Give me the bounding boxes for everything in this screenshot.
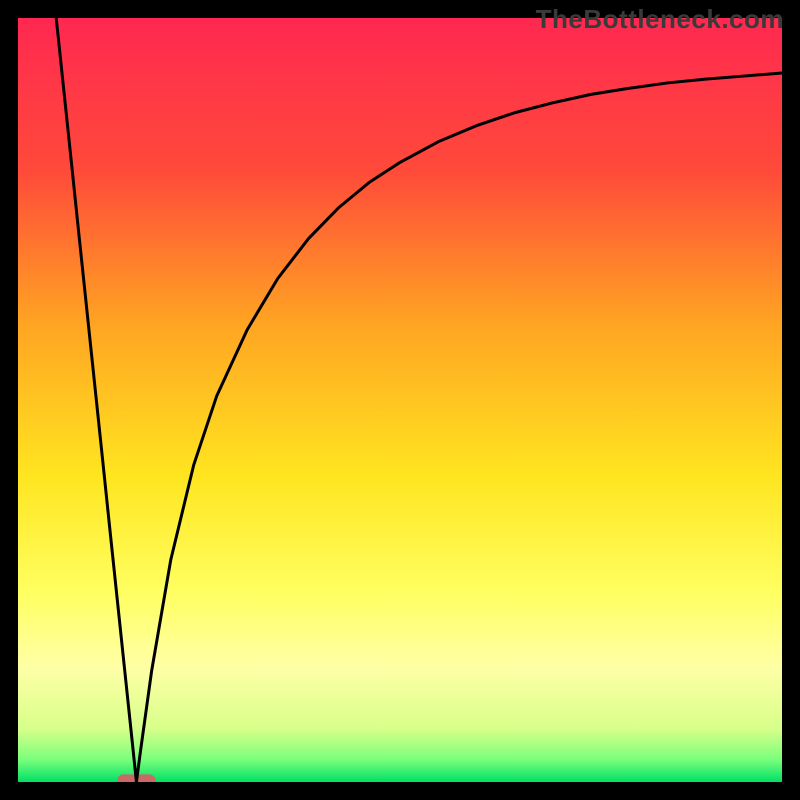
plot-background xyxy=(18,18,782,782)
bottleneck-chart xyxy=(0,0,800,800)
chart-root: TheBottleneck.com xyxy=(0,0,800,800)
